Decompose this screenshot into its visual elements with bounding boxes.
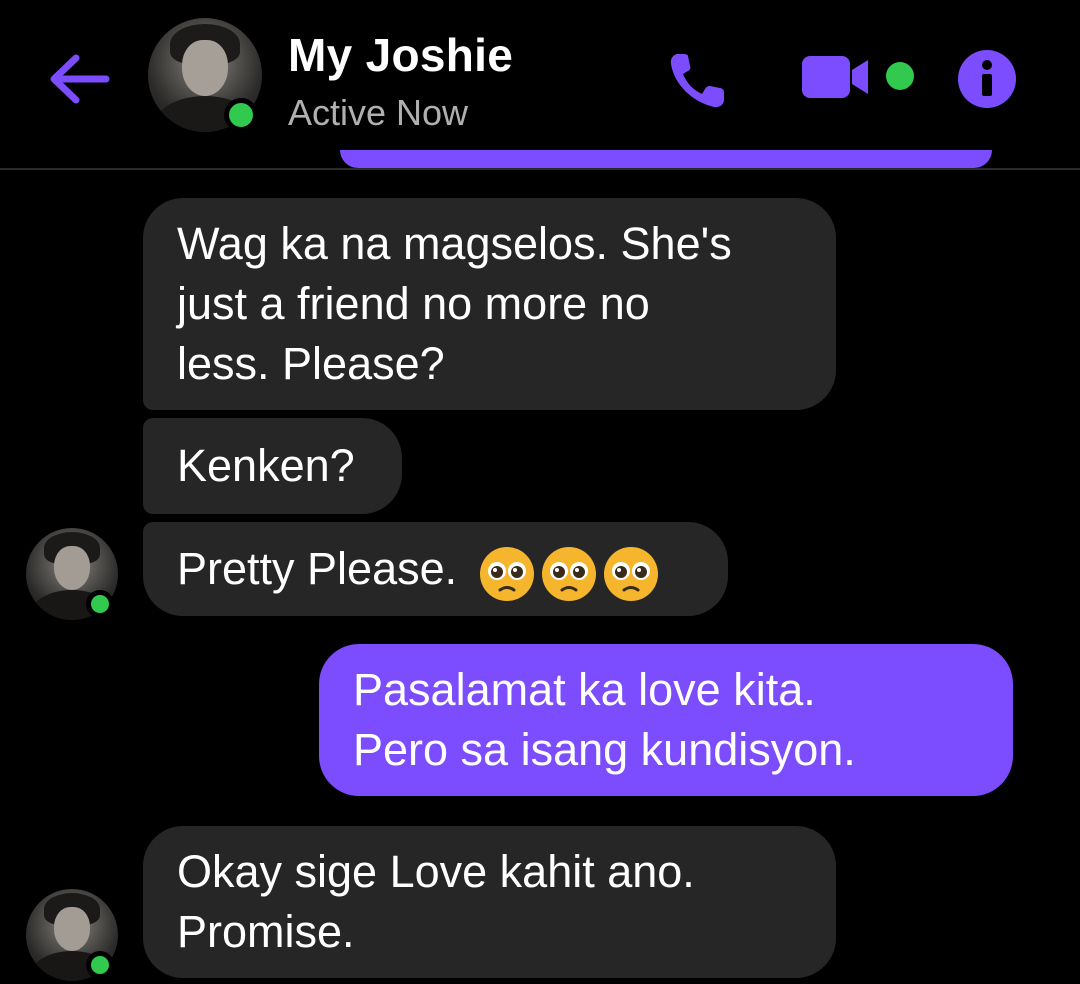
incoming-message[interactable]: Kenken?	[143, 418, 402, 514]
pleading-face-emoji	[603, 547, 658, 602]
online-indicator	[86, 951, 114, 979]
message-line: less. Please?	[177, 338, 445, 389]
message-line: Okay sige Love kahit ano.	[177, 846, 695, 897]
contact-name[interactable]: My Joshie	[288, 28, 513, 82]
info-button[interactable]	[956, 48, 1018, 110]
info-icon	[958, 50, 1016, 108]
message-line: Kenken?	[177, 440, 355, 491]
incoming-message[interactable]: Pretty Please.	[143, 522, 728, 616]
online-indicator	[224, 98, 258, 132]
video-camera-icon	[802, 56, 914, 98]
pleading-face-emoji	[541, 547, 596, 602]
outgoing-message[interactable]: Pasalamat ka love kita. Pero sa isang ku…	[319, 644, 1013, 796]
chat-header: My Joshie Active Now	[0, 0, 1080, 170]
video-call-button[interactable]	[800, 52, 920, 102]
previous-outgoing-bubble-edge	[340, 150, 992, 168]
message-line: just a friend no more no	[177, 278, 650, 329]
message-line: Wag ka na magselos. She's	[177, 218, 732, 269]
message-line: Pero sa isang kundisyon.	[353, 724, 856, 775]
message-line: Pretty Please.	[177, 543, 458, 594]
active-status: Active Now	[288, 92, 469, 133]
pleading-face-emoji-group	[478, 541, 660, 603]
phone-icon	[670, 54, 724, 108]
message-line: Promise.	[177, 906, 355, 957]
online-indicator	[86, 590, 114, 618]
arrow-left-icon	[50, 54, 110, 104]
pleading-face-emoji	[479, 547, 534, 602]
back-button[interactable]	[44, 44, 114, 114]
message-line: Pasalamat ka love kita.	[353, 664, 816, 715]
incoming-message[interactable]: Wag ka na magselos. She's just a friend …	[143, 198, 836, 410]
incoming-message[interactable]: Okay sige Love kahit ano. Promise.	[143, 826, 836, 978]
call-button[interactable]	[664, 44, 734, 114]
